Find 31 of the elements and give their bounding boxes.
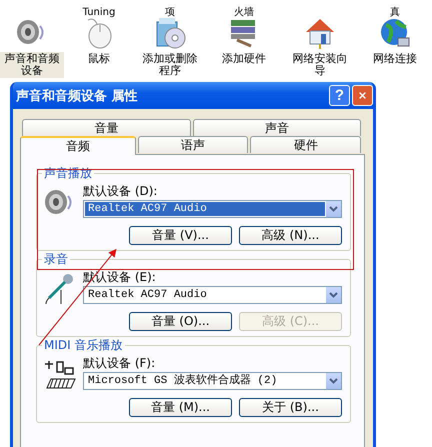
item-label: 火墙 <box>234 7 254 18</box>
volume-button[interactable]: 音量 (V)... <box>129 226 232 245</box>
control-panel-item-label[interactable]: 添加硬件 <box>212 52 276 66</box>
advanced-button[interactable]: 高级 (N)... <box>239 226 342 245</box>
volume-button[interactable]: 音量 (M)... <box>129 398 232 417</box>
control-panel-item-label[interactable]: 网络安装向导 <box>288 52 352 78</box>
volume-button[interactable]: 音量 (O)... <box>129 312 232 331</box>
tab[interactable]: 音频 <box>20 136 136 155</box>
control-panel-item-label[interactable]: 添加或删除程序 <box>138 52 202 78</box>
device-dropdown[interactable]: Realtek AC97 Audio <box>83 286 342 304</box>
item-label: 真 <box>390 7 400 18</box>
control-panel-item-label[interactable]: 声音和音频设备 <box>0 52 64 78</box>
tab[interactable]: 声音 <box>192 119 361 136</box>
group-title: MIDI 音乐播放 <box>42 338 124 352</box>
window-title: 声音和音频设备 属性 <box>16 88 139 104</box>
group-title: 录音 <box>42 252 70 266</box>
close-icon <box>359 90 366 101</box>
item-label: Tuning <box>82 7 116 18</box>
item-label: 项 <box>165 7 175 18</box>
advanced-button[interactable]: 关于 (B)... <box>239 398 342 417</box>
tab[interactable]: 语声 <box>138 136 248 153</box>
device-dropdown[interactable]: Realtek AC97 Audio <box>83 200 342 218</box>
tab[interactable]: 硬件 <box>250 136 362 153</box>
device-dropdown[interactable]: Microsoft GS 波表软件合成器 (2) <box>83 372 342 390</box>
help-button[interactable]: ? <box>329 85 350 106</box>
field-label: 默认设备 (D): <box>83 184 158 198</box>
tab[interactable]: 音量 <box>22 119 190 136</box>
field-label: 默认设备 (F): <box>83 356 156 370</box>
close-button[interactable] <box>352 85 373 106</box>
control-panel-item-label[interactable]: 网络连接 <box>363 52 427 66</box>
control-panel-item-label[interactable]: 鼠标 <box>67 52 131 66</box>
